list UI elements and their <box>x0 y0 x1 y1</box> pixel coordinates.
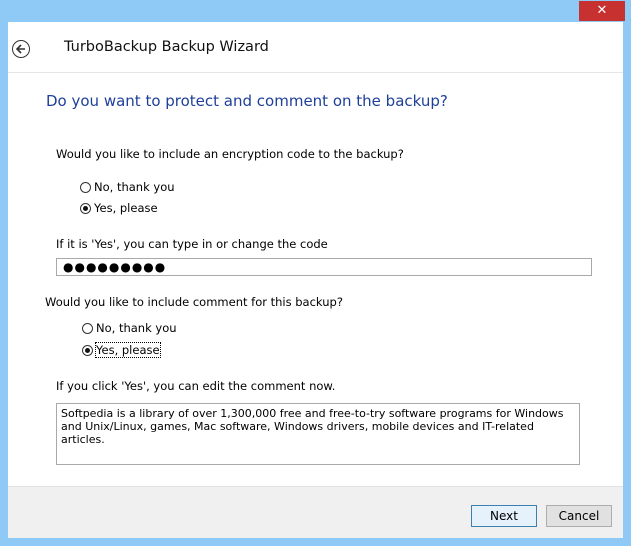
wizard-page: Do you want to protect and comment on th… <box>8 72 623 487</box>
comment-textarea[interactable]: Softpedia is a library of over 1,300,000… <box>56 403 580 465</box>
back-arrow-icon <box>16 44 25 54</box>
code-label: If it is 'Yes', you can type in or chang… <box>56 237 328 251</box>
encryption-code-field[interactable]: ●●●●●●●●● <box>56 258 592 276</box>
back-button[interactable] <box>12 40 30 58</box>
edit-comment-label: If you click 'Yes', you can edit the com… <box>56 379 336 393</box>
radio-button-selected-icon <box>80 202 91 214</box>
radio-label: No, thank you <box>96 321 177 335</box>
encryption-no-radio[interactable]: No, thank you <box>80 180 175 194</box>
title-bar: ✕ <box>0 0 631 22</box>
radio-button-icon <box>80 181 91 193</box>
radio-label: Yes, please <box>95 342 161 358</box>
radio-label: Yes, please <box>94 201 158 215</box>
radio-button-icon <box>82 322 93 334</box>
comment-yes-radio[interactable]: Yes, please <box>82 342 161 358</box>
wizard-window: ✕ TurboBackup Backup Wizard Do you want … <box>0 0 631 546</box>
encryption-yes-radio[interactable]: Yes, please <box>80 201 158 215</box>
comment-no-radio[interactable]: No, thank you <box>82 321 177 335</box>
wizard-footer: Next Cancel <box>8 486 623 538</box>
wizard-title: TurboBackup Backup Wizard <box>64 39 269 55</box>
cancel-button[interactable]: Cancel <box>546 505 612 527</box>
wizard-header: TurboBackup Backup Wizard <box>8 22 623 72</box>
comment-question: Would you like to include comment for th… <box>45 295 343 309</box>
encryption-question: Would you like to include an encryption … <box>56 147 404 161</box>
close-button[interactable]: ✕ <box>579 1 625 21</box>
next-button[interactable]: Next <box>471 505 537 527</box>
page-heading: Do you want to protect and comment on th… <box>46 92 448 110</box>
radio-label: No, thank you <box>94 180 175 194</box>
wizard-client-area: TurboBackup Backup Wizard Do you want to… <box>8 22 623 538</box>
radio-button-selected-icon <box>82 344 93 356</box>
